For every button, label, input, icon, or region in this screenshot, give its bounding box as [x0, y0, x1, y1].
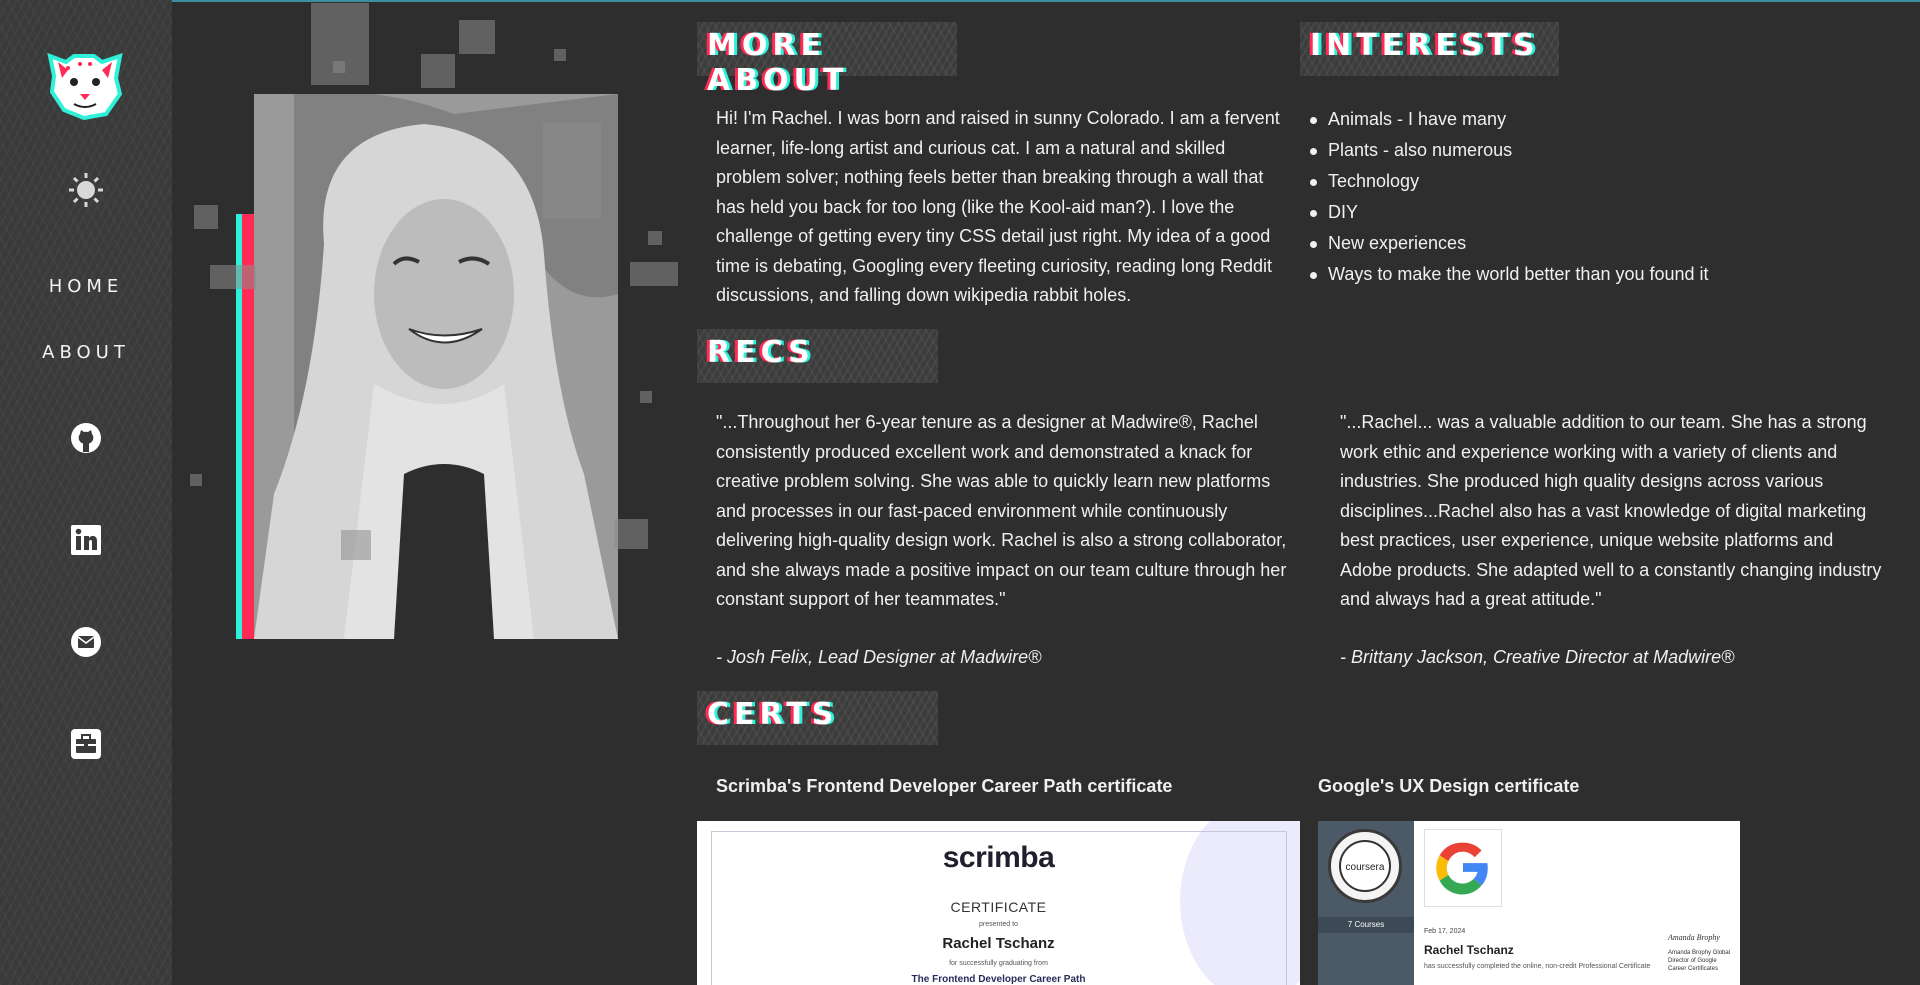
- interests-list: Animals - I have many Plants - also nume…: [1308, 104, 1709, 290]
- presented-to: presented to: [979, 921, 1018, 928]
- about-heading: MORE ABOUT: [707, 28, 849, 98]
- decor-square: [543, 122, 601, 218]
- scrimba-cert-label: Scrimba's Frontend Developer Career Path…: [716, 776, 1173, 796]
- seal-text: coursera: [1345, 862, 1385, 873]
- decor-square: [190, 474, 202, 486]
- list-item: New experiences: [1308, 228, 1709, 259]
- decor-square: [614, 519, 648, 549]
- sun-icon[interactable]: [68, 172, 104, 208]
- about-paragraph: Hi! I'm Rachel. I was born and raised in…: [716, 108, 1280, 305]
- list-item: DIY: [1308, 197, 1709, 228]
- recs-heading-bar: RECS: [697, 329, 938, 383]
- decor-square: [341, 530, 371, 560]
- decor-square: [421, 54, 455, 88]
- google-cert-label: Google's UX Design certificate: [1318, 776, 1580, 796]
- recs-heading: RECS: [707, 335, 815, 370]
- decor-square: [648, 231, 662, 245]
- top-accent-line: [172, 0, 1920, 2]
- certs-heading: CERTS: [707, 697, 839, 732]
- rec-author-2: - Brittany Jackson, Creative Director at…: [1340, 647, 1735, 667]
- courses-count: 7 Courses: [1347, 920, 1385, 929]
- certificate-date: Feb 17, 2024: [1424, 928, 1466, 935]
- certificate-path: The Frontend Developer Career Path: [911, 974, 1086, 985]
- briefcase-icon[interactable]: [70, 728, 102, 760]
- list-item: Ways to make the world better than you f…: [1308, 259, 1709, 290]
- signer-info: Amanda Brophy Global Director of Google …: [1668, 950, 1731, 972]
- certificate-word: CERTIFICATE: [950, 899, 1047, 915]
- interests-heading-bar: INTERESTS: [1300, 22, 1559, 76]
- list-item: Plants - also numerous: [1308, 135, 1709, 166]
- github-icon[interactable]: [70, 422, 102, 454]
- interests-heading: INTERESTS: [1310, 28, 1540, 63]
- certificate-description: has successfully completed the online, n…: [1424, 963, 1651, 970]
- mail-icon[interactable]: [70, 626, 102, 658]
- graduating-text: for successfully graduating from: [949, 960, 1048, 967]
- decor-square: [459, 20, 495, 54]
- decor-square: [210, 265, 256, 289]
- certificate-name: Rachel Tschanz: [942, 935, 1055, 952]
- rec-quote-1: "...Throughout her 6-year tenure as a de…: [716, 412, 1287, 609]
- decor-square: [554, 49, 566, 61]
- certificate-name: Rachel Tschanz: [1424, 943, 1514, 957]
- certs-heading-bar: CERTS: [697, 691, 938, 745]
- google-certificate-image[interactable]: coursera 7 Courses Feb 17, 2024 Rachel T…: [1318, 821, 1740, 985]
- google-logo-icon: [1424, 829, 1502, 907]
- scrimba-logo: scrimba: [942, 841, 1055, 874]
- scrimba-certificate-image[interactable]: scrimba CERTIFICATE presented to Rachel …: [697, 821, 1300, 985]
- linkedin-icon[interactable]: [70, 524, 102, 556]
- sidebar: HOME ABOUT: [0, 0, 172, 985]
- coursera-seal: coursera: [1328, 829, 1402, 903]
- decor-square: [333, 61, 345, 73]
- decor-square: [194, 205, 218, 229]
- nav-home-link[interactable]: HOME: [0, 276, 172, 297]
- about-heading-bar: MORE ABOUT: [697, 22, 957, 98]
- nav-about-link[interactable]: ABOUT: [0, 342, 172, 363]
- decor-square: [640, 391, 652, 403]
- list-item: Technology: [1308, 166, 1709, 197]
- signature: Amanda Brophy: [1668, 933, 1720, 942]
- decor-square: [630, 262, 678, 286]
- rec-quote-2: "...Rachel... was a valuable addition to…: [1340, 412, 1882, 609]
- rec-author-1: - Josh Felix, Lead Designer at Madwire®: [716, 647, 1042, 667]
- logo-cat-icon[interactable]: [44, 48, 126, 120]
- list-item: Animals - I have many: [1308, 104, 1709, 135]
